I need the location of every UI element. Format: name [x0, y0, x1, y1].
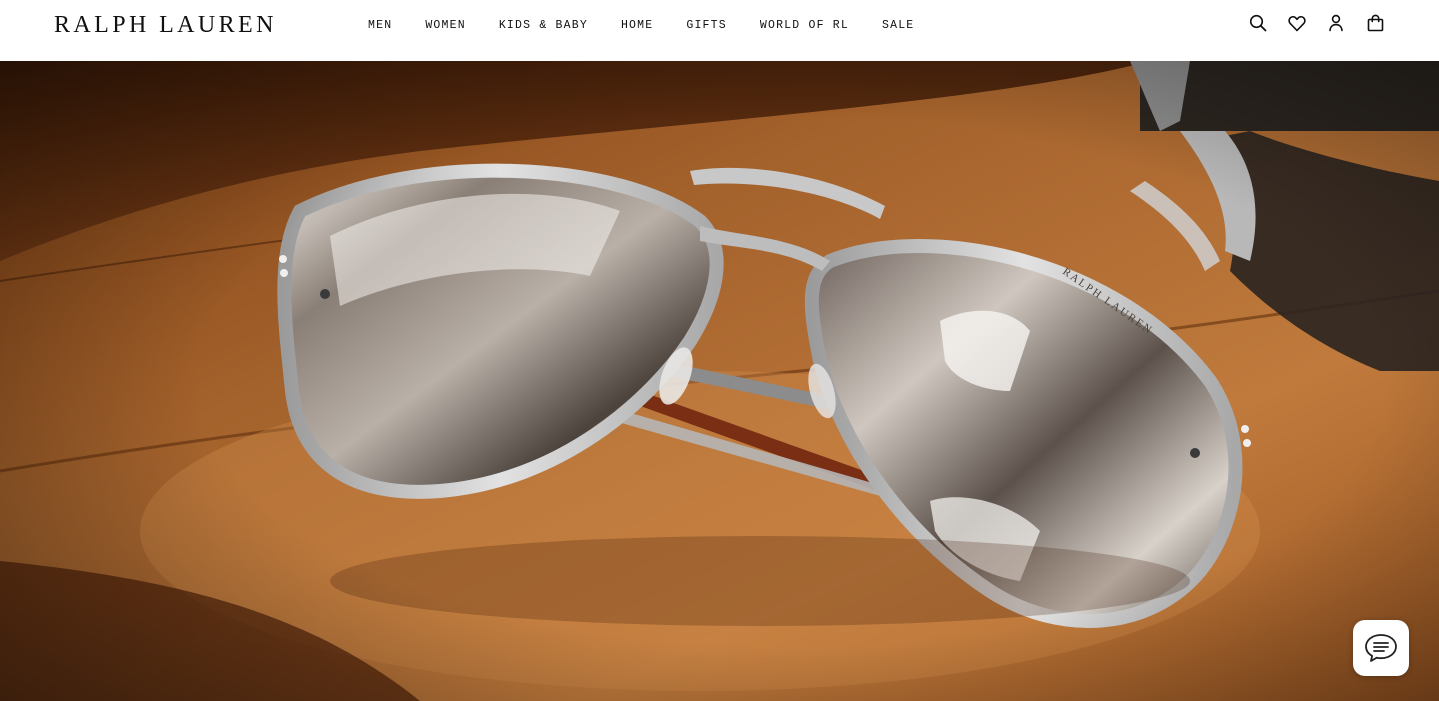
main-nav: MEN WOMEN KIDS & BABY HOME GIFTS WORLD O… [368, 19, 914, 33]
nav-item-home[interactable]: HOME [621, 19, 653, 33]
hero-banner[interactable]: RALPH LAUREN [0, 61, 1439, 701]
nav-item-women[interactable]: WOMEN [425, 19, 466, 33]
nav-item-men[interactable]: MEN [368, 19, 392, 33]
chat-bubble-icon [1365, 634, 1397, 662]
lens-engraving-text: RALPH LAUREN [1060, 266, 1155, 337]
shopping-bag-icon [1367, 14, 1383, 32]
nav-item-sale[interactable]: SALE [882, 19, 914, 33]
heart-icon [1288, 15, 1306, 31]
search-button[interactable] [1248, 13, 1268, 33]
chat-button[interactable] [1353, 620, 1409, 676]
lens-engraving: RALPH LAUREN [1060, 266, 1155, 337]
search-icon [1249, 14, 1267, 32]
wishlist-button[interactable] [1287, 13, 1307, 33]
brand-logo[interactable]: RALPH LAUREN [54, 12, 277, 39]
nav-item-world-of-rl[interactable]: WORLD OF RL [760, 19, 849, 33]
nav-item-gifts[interactable]: GIFTS [686, 19, 727, 33]
account-button[interactable] [1326, 13, 1346, 33]
shopping-bag-button[interactable] [1365, 13, 1385, 33]
nav-item-kids-baby[interactable]: KIDS & BABY [499, 19, 588, 33]
utility-nav [1248, 13, 1385, 33]
account-icon [1329, 14, 1343, 32]
site-header: RALPH LAUREN MEN WOMEN KIDS & BABY HOME … [0, 0, 1439, 61]
